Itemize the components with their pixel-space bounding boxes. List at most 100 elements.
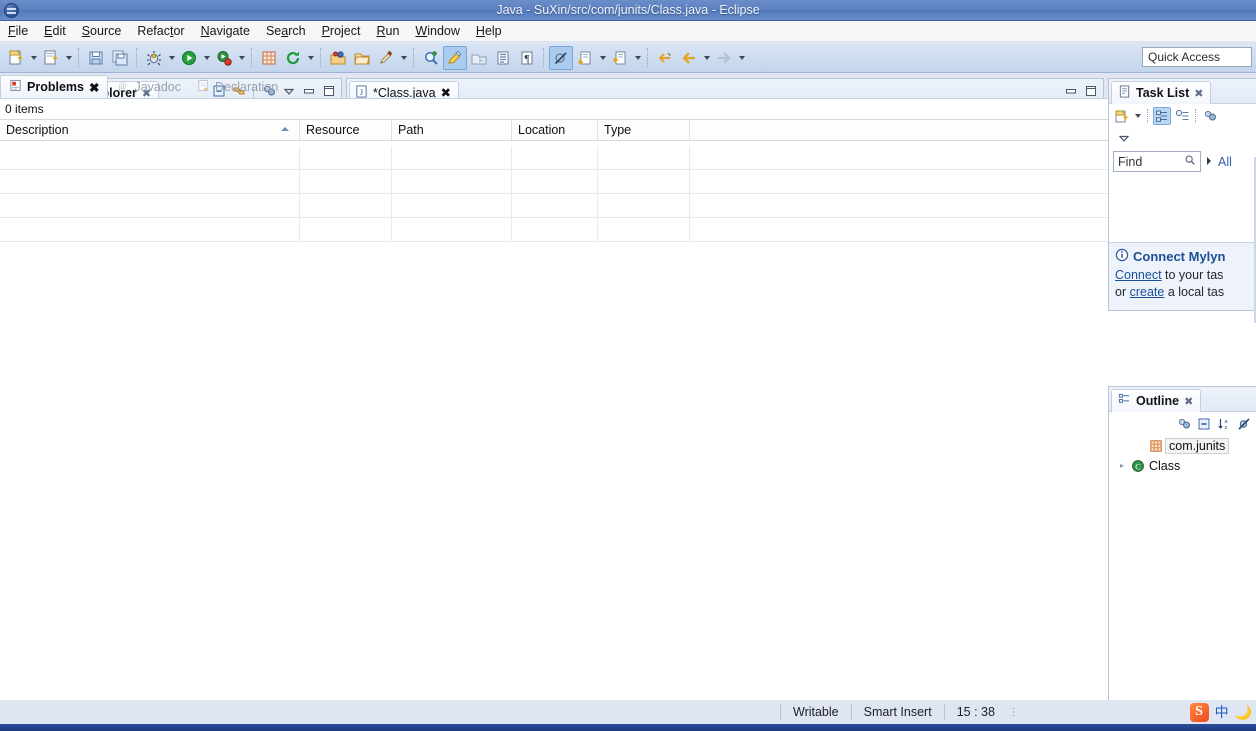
show-whitespace-icon[interactable]: [491, 46, 515, 70]
menu-refactor[interactable]: Refactor: [129, 21, 192, 41]
focus-task-icon[interactable]: [1175, 415, 1193, 433]
chevron-down-icon[interactable]: [398, 46, 409, 70]
pencil-icon[interactable]: [374, 46, 398, 70]
chevron-right-icon[interactable]: [1205, 155, 1214, 169]
outline-item-label: Class: [1149, 459, 1181, 473]
chevron-down-icon[interactable]: [701, 46, 712, 70]
back-edit-icon[interactable]: [653, 46, 677, 70]
column-header-location[interactable]: Location: [512, 120, 598, 140]
status-overflow-dots[interactable]: ⋮: [1007, 707, 1021, 718]
tab-task-list[interactable]: Task List ✖: [1111, 81, 1212, 104]
chevron-down-icon[interactable]: [597, 46, 608, 70]
chevron-down-icon[interactable]: [28, 46, 39, 70]
chevron-down-icon[interactable]: [63, 46, 74, 70]
categorized-icon[interactable]: [1153, 107, 1171, 125]
problems-table-rows[interactable]: [0, 146, 1256, 704]
chevron-down-icon[interactable]: [201, 46, 212, 70]
find-input[interactable]: Find: [1113, 151, 1201, 172]
new-class-icon[interactable]: [39, 46, 63, 70]
status-writable: Writable: [793, 705, 839, 719]
sogou-ime-icon[interactable]: S: [1189, 702, 1209, 722]
focus-workweek-icon[interactable]: [1201, 107, 1219, 125]
menu-navigate[interactable]: Navigate: [193, 21, 258, 41]
outline-item-com-junits[interactable]: com.junits: [1109, 436, 1256, 456]
menu-run[interactable]: Run: [368, 21, 407, 41]
column-header-type[interactable]: Type: [598, 120, 690, 140]
mylyn-line-2-pre: or: [1115, 285, 1130, 299]
menu-source[interactable]: Source: [74, 21, 130, 41]
tree-expander-icon[interactable]: [1115, 456, 1129, 476]
run-green-play-icon[interactable]: [177, 46, 201, 70]
save-icon[interactable]: [84, 46, 108, 70]
tab-javadoc[interactable]: @ Javadoc: [108, 75, 189, 98]
scheduled-icon[interactable]: [1173, 107, 1191, 125]
outline-item-class[interactable]: C Class: [1109, 456, 1256, 476]
column-header-resource[interactable]: Resource: [300, 120, 392, 140]
collapse-all-icon[interactable]: [1195, 415, 1213, 433]
mylyn-connect-link[interactable]: Connect: [1115, 268, 1162, 282]
close-icon[interactable]: ✖: [1184, 395, 1193, 408]
tab-label: Declaration: [215, 79, 279, 94]
refresh-circular-arrow-icon[interactable]: [281, 46, 305, 70]
close-icon[interactable]: ✖: [89, 80, 99, 95]
java-project-icon[interactable]: [257, 46, 281, 70]
table-cell: [0, 194, 300, 217]
quick-access-input[interactable]: Quick Access: [1142, 47, 1252, 67]
sort-az-icon[interactable]: az: [1215, 415, 1233, 433]
main-toolbar: ¶ Quick Access: [0, 42, 1256, 73]
open-type-icon[interactable]: [326, 46, 350, 70]
menu-window[interactable]: Window: [407, 21, 467, 41]
open-folder-icon[interactable]: [350, 46, 374, 70]
menu-search[interactable]: Search: [258, 21, 314, 41]
pilcrow-icon[interactable]: ¶: [515, 46, 539, 70]
tab-outline[interactable]: Outline ✖: [1111, 389, 1202, 412]
all-filter-link[interactable]: All: [1218, 155, 1232, 169]
table-row[interactable]: [0, 170, 1256, 194]
status-insert-mode: Smart Insert: [863, 705, 932, 719]
forward-arrow-icon[interactable]: [712, 46, 736, 70]
table-cell: [0, 146, 300, 169]
column-header-label: Path: [398, 123, 424, 137]
outline-toolbar: az: [1109, 412, 1256, 436]
next-annotation-icon[interactable]: [573, 46, 597, 70]
chevron-down-icon[interactable]: [236, 46, 247, 70]
column-header-path[interactable]: Path: [392, 120, 512, 140]
moon-icon[interactable]: 🌙: [1235, 704, 1252, 721]
column-header-description[interactable]: Description: [0, 120, 300, 140]
previous-annotation-icon[interactable]: [608, 46, 632, 70]
highlighter-icon[interactable]: [443, 45, 467, 70]
menu-file[interactable]: File: [0, 21, 36, 41]
view-menu-chevron-icon[interactable]: [1115, 129, 1133, 147]
save-all-icon[interactable]: [108, 46, 132, 70]
close-icon[interactable]: ✖: [1194, 87, 1203, 100]
chevron-down-icon[interactable]: [1132, 107, 1143, 125]
external-tools-icon[interactable]: [212, 46, 236, 70]
table-row[interactable]: [0, 194, 1256, 218]
new-file-icon[interactable]: [4, 46, 28, 70]
link-editor-icon[interactable]: [467, 46, 491, 70]
bug-icon[interactable]: [142, 46, 166, 70]
tab-label: Problems: [27, 80, 84, 94]
sort-ascending-icon: [281, 127, 289, 131]
table-cell: [512, 170, 598, 193]
menu-project[interactable]: Project: [314, 21, 369, 41]
ime-language-label[interactable]: 中: [1215, 702, 1229, 722]
menu-help[interactable]: Help: [468, 21, 510, 41]
tab-declaration[interactable]: Declaration: [189, 75, 286, 98]
outline-tree[interactable]: com.junits C Class: [1109, 436, 1256, 476]
new-task-icon[interactable]: [1112, 107, 1130, 125]
search-magnifier-icon[interactable]: [419, 46, 443, 70]
chevron-down-icon[interactable]: [632, 46, 643, 70]
chevron-down-icon[interactable]: [736, 46, 747, 70]
hide-fields-icon[interactable]: [1235, 415, 1253, 433]
table-row[interactable]: [0, 146, 1256, 170]
skip-breakpoints-icon[interactable]: [549, 45, 573, 70]
tab-problems[interactable]: Problems ✖: [0, 75, 109, 98]
table-row[interactable]: [0, 218, 1256, 242]
back-arrow-icon[interactable]: [677, 46, 701, 70]
chevron-down-icon[interactable]: [166, 46, 177, 70]
menu-edit[interactable]: Edit: [36, 21, 74, 41]
chevron-down-icon[interactable]: [305, 46, 316, 70]
search-magnifier-icon[interactable]: [1184, 154, 1196, 169]
mylyn-create-link[interactable]: create: [1130, 285, 1165, 299]
